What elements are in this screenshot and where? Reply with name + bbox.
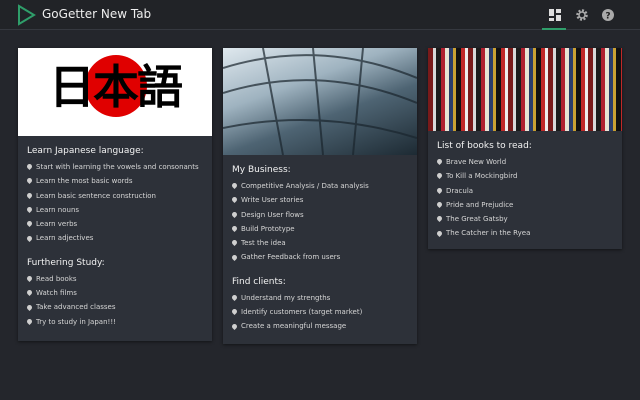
list: Competitive Analysis / Data analysis Writ… <box>232 179 408 265</box>
list-item-label: Watch films <box>36 289 77 298</box>
card-business: My Business: Competitive Analysis / Data… <box>223 48 417 344</box>
list-item[interactable]: Pride and Prejudice <box>437 198 613 212</box>
list-item[interactable]: Design User flows <box>232 208 408 222</box>
gear-icon[interactable] <box>575 8 589 22</box>
header: GoGetter New Tab ? <box>0 0 640 30</box>
gogetter-logo-icon <box>18 4 36 26</box>
list-item-label: Dracula <box>446 186 474 195</box>
list-item-label: Brave New World <box>446 158 507 166</box>
dashboard-icon[interactable] <box>548 8 562 22</box>
list-item[interactable]: Write User stories <box>232 193 408 207</box>
list-item[interactable]: Test the idea <box>232 236 408 250</box>
list: Start with learning the vowels and conso… <box>27 160 203 246</box>
map-pin-icon <box>437 159 442 165</box>
map-pin-icon <box>27 221 32 227</box>
section-heading: Furthering Study: <box>27 257 105 268</box>
list-item[interactable]: Create a meaningful message <box>232 319 408 333</box>
app-title: GoGetter New Tab <box>42 7 152 21</box>
list-item-label: To Kill a Mockingbird <box>446 172 518 181</box>
list-item[interactable]: Brave New World <box>437 155 613 169</box>
map-pin-icon <box>27 319 32 325</box>
list-item-label: Gather Feedback from users <box>241 253 341 262</box>
building-image <box>223 48 417 155</box>
map-pin-icon <box>232 295 237 301</box>
map-pin-icon <box>232 197 237 203</box>
help-icon[interactable]: ? <box>601 8 615 22</box>
japanese-image: 日本語 <box>18 48 212 136</box>
list-item[interactable]: Learn the most basic words <box>27 174 203 188</box>
card-japanese: 日本語 Learn Japanese language: Start with … <box>18 48 212 341</box>
list-item[interactable]: Competitive Analysis / Data analysis <box>232 179 408 193</box>
list-item[interactable]: Start with learning the vowels and conso… <box>27 160 203 174</box>
section-heading: Learn Japanese language: <box>27 146 144 156</box>
list-item[interactable]: Learn nouns <box>27 203 203 217</box>
list-item-label: Design User flows <box>241 210 304 219</box>
section-heading: My Business: <box>232 165 291 175</box>
list-item[interactable]: Learn verbs <box>27 217 203 231</box>
list-item-label: Learn adjectives <box>36 234 94 243</box>
map-pin-icon <box>437 173 442 179</box>
list-item-label: Try to study in Japan!!! <box>36 317 116 326</box>
list-item[interactable]: Learn adjectives <box>27 231 203 245</box>
bookshelf-image <box>428 48 622 131</box>
list-item-label: Learn verbs <box>36 220 78 229</box>
map-pin-icon <box>27 164 32 170</box>
list-item-label: Build Prototype <box>241 224 295 233</box>
map-pin-icon <box>27 178 32 184</box>
list-item-label: Test the idea <box>241 239 286 248</box>
list-item[interactable]: Identify customers (target market) <box>232 305 408 319</box>
list-item[interactable]: The Great Gatsby <box>437 212 613 226</box>
map-pin-icon <box>232 309 237 315</box>
map-pin-icon <box>232 240 237 246</box>
list-item[interactable]: To Kill a Mockingbird <box>437 169 613 183</box>
map-pin-icon <box>437 188 442 194</box>
map-pin-icon <box>27 290 32 296</box>
map-pin-icon <box>27 236 32 242</box>
list-item[interactable]: The Catcher in the Ryea <box>437 226 613 240</box>
list-item-label: Pride and Prejudice <box>446 200 514 209</box>
list-item-label: Take advanced classes <box>36 303 116 312</box>
svg-text:?: ? <box>605 12 610 22</box>
map-pin-icon <box>27 276 32 282</box>
list-item-label: Understand my strengths <box>241 293 331 302</box>
list: Read books Watch films Take advanced class… <box>27 272 203 329</box>
list-item-label: Identify customers (target market) <box>241 308 363 317</box>
map-pin-icon <box>27 207 32 213</box>
list: Brave New World To Kill a Mockingbird Drac… <box>437 155 613 241</box>
list-item-label: The Great Gatsby <box>446 215 508 224</box>
map-pin-icon <box>437 202 442 208</box>
list: Understand my strengths Identify customer… <box>232 291 408 334</box>
list-item-label: Learn nouns <box>36 205 80 214</box>
list-item-label: Learn the most basic words <box>36 177 133 186</box>
list-item[interactable]: Dracula <box>437 184 613 198</box>
section-heading: Find clients: <box>232 276 286 287</box>
list-item-label: Create a meaningful message <box>241 322 347 331</box>
map-pin-icon <box>27 193 32 199</box>
map-pin-icon <box>232 324 237 330</box>
list-item[interactable]: Learn basic sentence construction <box>27 189 203 203</box>
list-item[interactable]: Try to study in Japan!!! <box>27 315 203 329</box>
map-pin-icon <box>232 226 237 232</box>
list-item-label: Start with learning the vowels and conso… <box>36 163 199 171</box>
section-heading: List of books to read: <box>437 141 532 151</box>
list-item-label: Learn basic sentence construction <box>36 191 156 200</box>
list-item[interactable]: Build Prototype <box>232 222 408 236</box>
list-item[interactable]: Take advanced classes <box>27 300 203 314</box>
map-pin-icon <box>232 183 237 189</box>
map-pin-icon <box>437 216 442 222</box>
list-item[interactable]: Watch films <box>27 286 203 300</box>
list-item-label: Competitive Analysis / Data analysis <box>241 182 369 190</box>
map-pin-icon <box>232 255 237 261</box>
list-item[interactable]: Understand my strengths <box>232 291 408 305</box>
active-tab-indicator <box>542 28 566 30</box>
card-books: List of books to read: Brave New World To… <box>428 48 622 249</box>
list-item[interactable]: Read books <box>27 272 203 286</box>
map-pin-icon <box>437 231 442 237</box>
list-item-label: Write User stories <box>241 196 304 205</box>
map-pin-icon <box>232 212 237 218</box>
list-item[interactable]: Gather Feedback from users <box>232 250 408 264</box>
list-item-label: The Catcher in the Ryea <box>446 229 531 238</box>
list-item-label: Read books <box>36 274 77 283</box>
map-pin-icon <box>27 305 32 311</box>
